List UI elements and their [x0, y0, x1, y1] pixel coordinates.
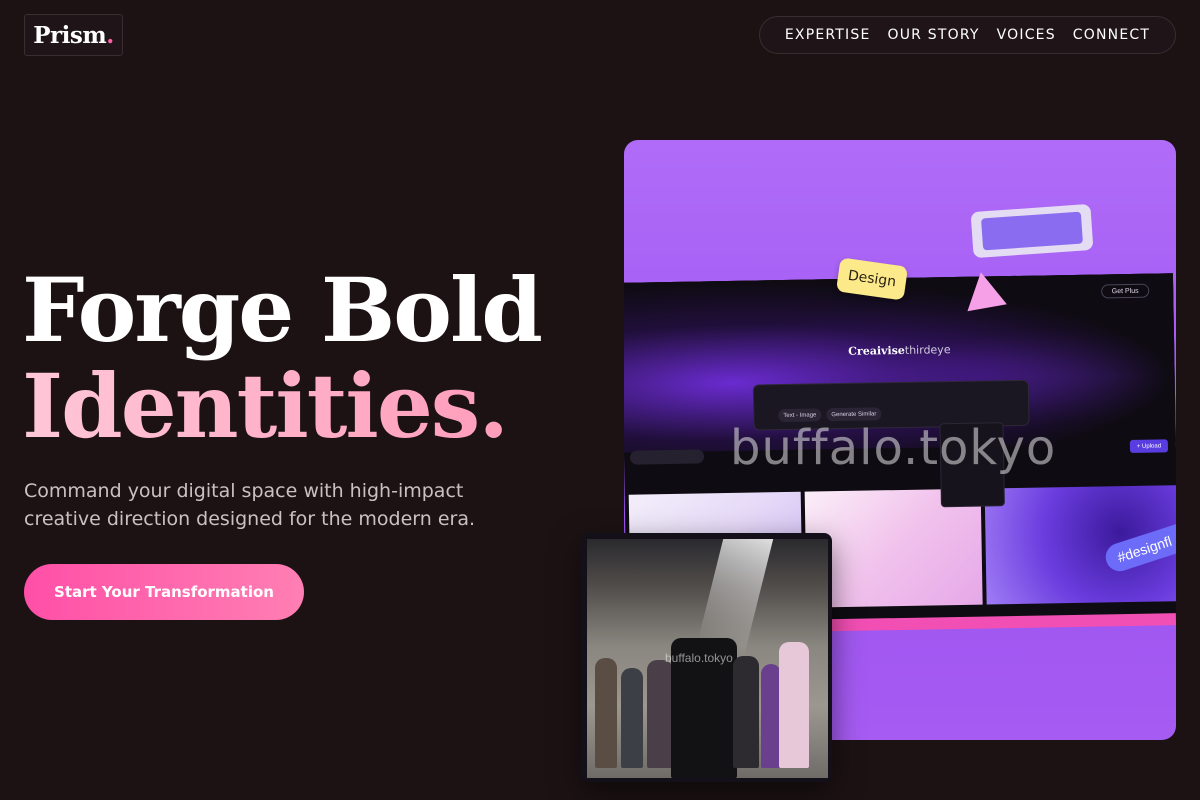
figure	[779, 642, 809, 768]
figure	[733, 656, 759, 768]
figure	[621, 668, 643, 768]
start-transformation-button[interactable]: Start Your Transformation	[24, 564, 304, 620]
hero-headline-line1: Forge Bold	[22, 258, 543, 362]
nav-link-voices[interactable]: VOICES	[997, 27, 1056, 43]
floating-card-graphic	[970, 203, 1094, 259]
app-tabs	[629, 449, 705, 465]
brand-logo[interactable]: Prism.	[24, 14, 123, 56]
hero-headline-line2: Identities.	[22, 358, 541, 454]
app-brand-light: thirdeye	[904, 343, 951, 357]
get-plus-pill: Get Plus	[1101, 283, 1150, 299]
figure	[595, 658, 617, 768]
event-photo: buffalo.tokyo	[587, 539, 828, 778]
event-photo-card: buffalo.tokyo	[581, 533, 832, 782]
app-brand-name: Creaivisethirdeye	[848, 343, 951, 358]
figure	[761, 664, 781, 768]
nav-link-expertise[interactable]: EXPERTISE	[785, 27, 871, 43]
cursor-arrow-icon	[961, 268, 1007, 312]
showcase-watermark: buffalo.tokyo	[730, 420, 1057, 476]
hero-subcopy: Command your digital space with high-imp…	[24, 480, 476, 530]
brand-logo-dot: .	[106, 21, 114, 49]
main-nav: EXPERTISE OUR STORY VOICES CONNECT	[759, 16, 1176, 54]
hero-headline: Forge Bold Identities.	[22, 258, 543, 454]
nav-link-connect[interactable]: CONNECT	[1073, 27, 1150, 43]
upload-pill: + Upload	[1129, 439, 1169, 453]
nav-link-our-story[interactable]: OUR STORY	[888, 27, 980, 43]
app-brand-bold: Creaivise	[848, 343, 905, 358]
brand-logo-text: Prism	[33, 21, 107, 49]
figure	[647, 660, 673, 768]
photo-watermark: buffalo.tokyo	[665, 651, 733, 665]
